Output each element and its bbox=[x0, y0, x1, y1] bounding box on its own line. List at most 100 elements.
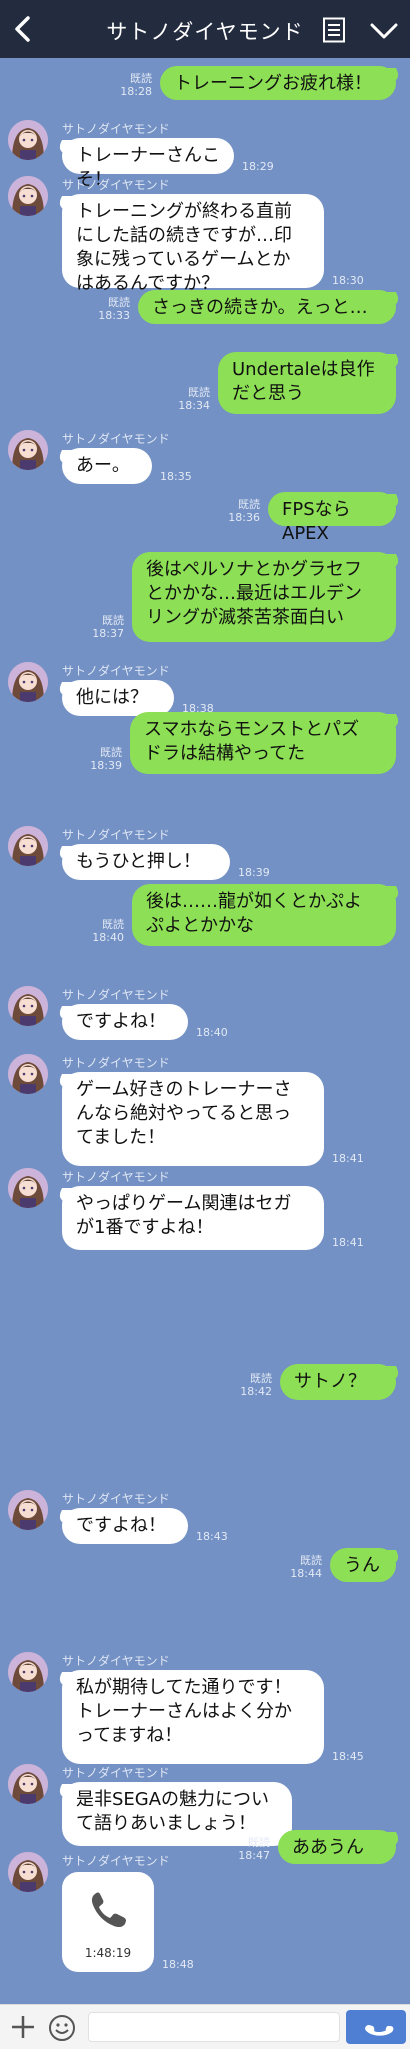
incoming-message: サトノダイヤモンドもうひと押し！ 18:39 bbox=[0, 826, 410, 884]
read-receipt: 既読 18:34 bbox=[168, 386, 210, 412]
message-bubble[interactable]: 後はペルソナとかグラセフ とかかな…最近はエルデン リングが滅茶苦茶面白い bbox=[132, 552, 396, 642]
message-timestamp: 18:43 bbox=[196, 1530, 228, 1543]
read-label: 既読 bbox=[188, 386, 210, 399]
message-bubble[interactable]: あー。 bbox=[62, 448, 152, 484]
message-timestamp: 18:41 bbox=[332, 1236, 364, 1249]
message-bubble[interactable]: スマホならモンストとパズ ドラは結構やってた bbox=[130, 712, 396, 774]
call-bubble[interactable]: 1:48:19 bbox=[62, 1872, 154, 1972]
read-label: 既読 bbox=[248, 1836, 270, 1849]
message-bubble[interactable]: Undertaleは良作 だと思う bbox=[218, 352, 396, 414]
incoming-message: サトノダイヤモンド ゲーム好きのトレーナーさ んなら絶対やってると思っ てました！… bbox=[0, 1054, 410, 1170]
avatar[interactable] bbox=[8, 1168, 48, 1208]
avatar[interactable] bbox=[8, 1490, 48, 1530]
message-bubble[interactable]: うん bbox=[330, 1548, 396, 1582]
incoming-message: サトノダイヤモンドあー。 18:35 bbox=[0, 430, 410, 488]
message-timestamp: 18:37 bbox=[92, 627, 124, 640]
avatar[interactable] bbox=[8, 120, 48, 160]
read-label: 既読 bbox=[250, 1372, 272, 1385]
message-bubble[interactable]: トレーニングお疲れ様！ bbox=[160, 66, 396, 100]
sender-name: サトノダイヤモンド bbox=[62, 178, 170, 192]
outgoing-message: 後はペルソナとかグラセフ とかかな…最近はエルデン リングが滅茶苦茶面白い 既読 1… bbox=[0, 552, 410, 642]
outgoing-message: うん 既読 18:44 bbox=[0, 1548, 410, 1582]
outgoing-message: FPSならAPEX 既読 18:36 bbox=[0, 492, 410, 544]
outgoing-message: 後は……龍が如くとかぷよ ぷよとかかな 既読 18:40 bbox=[0, 884, 410, 946]
avatar[interactable] bbox=[8, 430, 48, 470]
read-receipt: 既読 18:42 bbox=[230, 1372, 272, 1398]
message-timestamp: 18:39 bbox=[90, 759, 122, 772]
send-icon bbox=[365, 2024, 394, 2036]
message-timestamp: 18:40 bbox=[92, 931, 124, 944]
message-bubble[interactable]: 他には？ bbox=[62, 680, 174, 716]
message-timestamp: 18:29 bbox=[242, 160, 274, 173]
smiley-icon[interactable] bbox=[48, 2014, 76, 2042]
sender-name: サトノダイヤモンド bbox=[62, 122, 170, 136]
outgoing-message: トレーニングお疲れ様！ 既読 18:28 bbox=[0, 66, 410, 100]
incoming-message: サトノダイヤモンドやっぱりゲーム関連はセガ が1番ですよね！ 18:41 bbox=[0, 1168, 410, 1254]
read-receipt: 既読 18:28 bbox=[110, 72, 152, 98]
message-timestamp: 18:44 bbox=[290, 1567, 322, 1580]
outgoing-message: スマホならモンストとパズ ドラは結構やってた 既読 18:39 bbox=[0, 712, 410, 774]
sender-name: サトノダイヤモンド bbox=[62, 1766, 170, 1780]
sender-name: サトノダイヤモンド bbox=[62, 1854, 170, 1868]
avatar[interactable] bbox=[8, 826, 48, 866]
message-timestamp: 18:40 bbox=[196, 1026, 228, 1039]
message-timestamp: 18:42 bbox=[240, 1385, 272, 1398]
message-bubble[interactable]: 後は……龍が如くとかぷよ ぷよとかかな bbox=[132, 884, 396, 946]
message-bubble[interactable]: もうひと押し！ bbox=[62, 844, 230, 880]
outgoing-message: Undertaleは良作 だと思う 既読 18:34 bbox=[0, 352, 410, 414]
read-label: 既読 bbox=[100, 746, 122, 759]
sender-name: サトノダイヤモンド bbox=[62, 432, 170, 446]
sender-name: サトノダイヤモンド bbox=[62, 1654, 170, 1668]
send-button[interactable] bbox=[346, 2010, 406, 2044]
back-arrow-icon[interactable] bbox=[10, 14, 36, 44]
plus-icon[interactable] bbox=[10, 2014, 36, 2040]
chat-title: サトノダイヤモンド bbox=[106, 20, 304, 44]
avatar[interactable] bbox=[8, 1054, 48, 1094]
outgoing-message: サトノ？ 既読 18:42 bbox=[0, 1364, 410, 1400]
avatar[interactable] bbox=[8, 176, 48, 216]
message-bubble[interactable]: サトノ？ bbox=[280, 1364, 396, 1400]
message-bubble[interactable]: トレーナーさんこそ！ bbox=[62, 138, 234, 190]
read-label: 既読 bbox=[108, 296, 130, 309]
message-bubble[interactable]: さっきの続きか。えっと… bbox=[138, 290, 396, 324]
incoming-message: サトノダイヤモンド ですよね！ 18:40 bbox=[0, 986, 410, 1044]
phone-icon bbox=[91, 1892, 126, 1928]
sender-name: サトノダイヤモンド bbox=[62, 828, 170, 842]
read-label: 既読 bbox=[102, 614, 124, 627]
message-input[interactable] bbox=[88, 2012, 340, 2042]
message-bubble[interactable]: 私が期待してた通りです！ トレーナーさんはよく分か ってますね！ bbox=[62, 1670, 324, 1764]
chat-header: サトノダイヤモンド bbox=[0, 0, 410, 58]
avatar[interactable] bbox=[8, 662, 48, 702]
message-bubble[interactable]: やっぱりゲーム関連はセガ が1番ですよね！ bbox=[62, 1186, 324, 1250]
avatar[interactable] bbox=[8, 1764, 48, 1804]
incoming-message: サトノダイヤモンド私が期待してた通りです！ トレーナーさんはよく分か ってますね… bbox=[0, 1652, 410, 1768]
outgoing-message: さっきの続きか。えっと… 既読 18:33 bbox=[0, 290, 410, 324]
read-receipt: 既読 18:36 bbox=[218, 498, 260, 524]
message-timestamp: 18:33 bbox=[98, 309, 130, 322]
read-label: 既読 bbox=[130, 72, 152, 85]
message-bubble[interactable]: FPSならAPEX bbox=[268, 492, 396, 544]
message-bubble[interactable]: トレーニングが終わる直前 にした話の続きですが…印 象に残っているゲームとか は… bbox=[62, 194, 324, 294]
message-list[interactable]: トレーニングお疲れ様！ 既読 18:28 サトノダイヤモンド トレーナーさんこそ！ 18:… bbox=[0, 58, 410, 2004]
chevron-down-icon[interactable] bbox=[370, 22, 398, 40]
incoming-call-message: サトノダイヤモンド 1:48:19 18:48 bbox=[0, 1852, 410, 1982]
notes-icon[interactable] bbox=[322, 17, 346, 43]
message-bubble[interactable]: ですよね！ bbox=[62, 1004, 188, 1040]
read-label: 既読 bbox=[102, 918, 124, 931]
read-receipt: 既読 18:37 bbox=[82, 614, 124, 640]
avatar[interactable] bbox=[8, 1852, 48, 1892]
call-duration: 1:48:19 bbox=[84, 1946, 132, 1960]
message-bubble[interactable]: ですよね！ bbox=[62, 1508, 188, 1544]
message-timestamp: 18:39 bbox=[238, 866, 270, 879]
read-receipt: 既読 18:39 bbox=[80, 746, 122, 772]
avatar[interactable] bbox=[8, 1652, 48, 1692]
incoming-message: サトノダイヤモンドトレーニングが終わる直前 にした話の続きですが…印 象に残って… bbox=[0, 176, 410, 294]
message-timestamp: 18:41 bbox=[332, 1152, 364, 1165]
message-timestamp: 18:35 bbox=[160, 470, 192, 483]
sender-name: サトノダイヤモンド bbox=[62, 1170, 170, 1184]
read-label: 既読 bbox=[300, 1554, 322, 1567]
message-bubble[interactable]: ゲーム好きのトレーナーさ んなら絶対やってると思っ てました！ bbox=[62, 1072, 324, 1166]
avatar[interactable] bbox=[8, 986, 48, 1026]
message-timestamp: 18:30 bbox=[332, 274, 364, 287]
incoming-message: サトノダイヤモンド トレーナーさんこそ！ 18:29 bbox=[0, 120, 410, 190]
